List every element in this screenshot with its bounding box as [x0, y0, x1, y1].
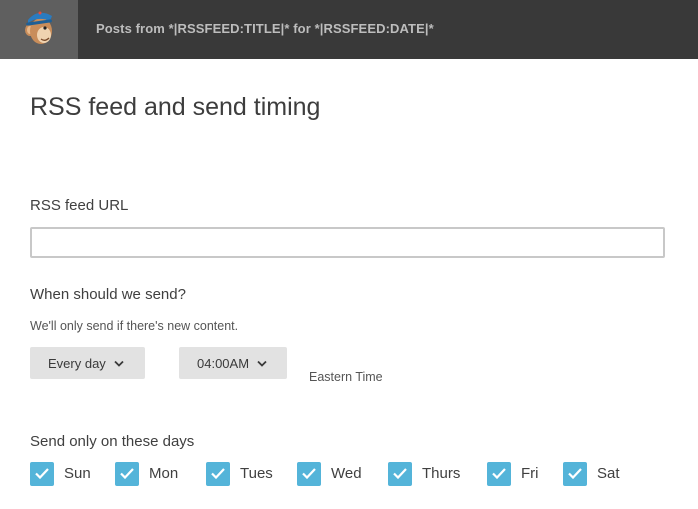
checkmark-icon[interactable] [563, 461, 587, 486]
day-checkbox-sat[interactable]: Sat [563, 461, 620, 486]
logo[interactable] [0, 0, 78, 59]
send-time-dropdown[interactable]: 04:00AM [179, 347, 287, 379]
day-label: Fri [521, 465, 539, 482]
rss-feed-url-input[interactable] [30, 227, 665, 258]
day-label: Sat [597, 465, 620, 482]
day-checkbox-fri[interactable]: Fri [487, 461, 539, 486]
rss-feed-url-label: RSS feed URL [30, 197, 129, 214]
chevron-down-icon [257, 360, 267, 367]
mailchimp-freddie-icon [16, 4, 62, 55]
day-label: Thurs [422, 465, 461, 482]
day-label: Mon [149, 465, 179, 482]
checkmark-icon[interactable] [388, 461, 412, 486]
day-checkbox-wed[interactable]: Wed [297, 461, 362, 486]
day-label: Wed [331, 465, 362, 482]
checkmark-icon[interactable] [206, 461, 230, 486]
day-checkbox-mon[interactable]: Mon [115, 461, 178, 486]
day-label: Tues [240, 465, 273, 482]
day-checkbox-sun[interactable]: Sun [30, 461, 91, 486]
send-time-value: 04:00AM [197, 355, 250, 371]
frequency-value: Every day [48, 355, 106, 371]
checkmark-icon[interactable] [297, 461, 321, 486]
checkmark-icon[interactable] [115, 461, 139, 486]
send-timing-heading: When should we send? [30, 286, 186, 303]
send-helper-text: We'll only send if there's new content. [30, 319, 239, 333]
top-bar: Posts from *|RSSFEED:TITLE|* for *|RSSFE… [0, 0, 698, 59]
chevron-down-icon [114, 360, 124, 367]
checkmark-icon[interactable] [30, 461, 54, 486]
frequency-dropdown[interactable]: Every day [30, 347, 145, 379]
day-label: Sun [64, 465, 91, 482]
send-days-heading: Send only on these days [30, 433, 195, 450]
timezone-label: Eastern Time [309, 370, 383, 384]
page-title: RSS feed and send timing [30, 93, 321, 121]
campaign-title: Posts from *|RSSFEED:TITLE|* for *|RSSFE… [96, 21, 434, 36]
checkmark-icon[interactable] [487, 461, 511, 486]
day-checkbox-tues[interactable]: Tues [206, 461, 273, 486]
day-checkbox-thurs[interactable]: Thurs [388, 461, 460, 486]
